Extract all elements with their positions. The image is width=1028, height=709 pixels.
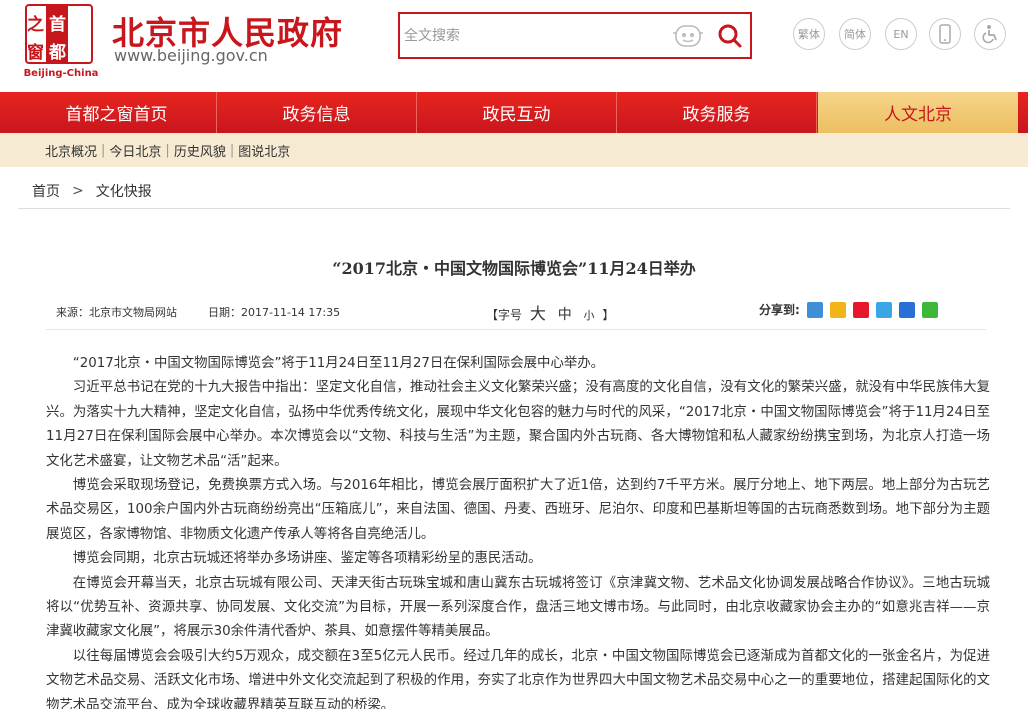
breadcrumb-separator: > (72, 182, 84, 199)
article-title: “2017北京・中国文物国际博览会”11月24日举办 (332, 259, 696, 278)
search-button[interactable] (712, 18, 748, 54)
share-tencent-weibo-icon[interactable] (875, 301, 892, 318)
article-paragraph: “2017北京・中国文物国际博览会”将于11月24日至11月27日在保利国际会展… (72, 356, 605, 371)
font-size-medium[interactable]: 中 (558, 307, 572, 323)
wheelchair-icon (982, 25, 997, 44)
nav-item-culture[interactable]: 人文北京 (818, 92, 1018, 133)
voice-search-icon[interactable] (672, 24, 704, 48)
font-size-small[interactable]: 小 (584, 309, 595, 322)
search-box (398, 12, 752, 59)
subnav-divider: | (101, 142, 106, 158)
logo-english: Beijing-China (23, 68, 99, 79)
nav-item-interaction[interactable]: 政民互动 (417, 92, 617, 133)
mobile-icon (939, 24, 951, 44)
share-qzone-icon[interactable] (829, 301, 846, 318)
article-meta: 来源：北京市文物局网站 日期：2017-11-14 17:35 【字号 大 中 … (46, 294, 986, 330)
mobile-button[interactable] (929, 18, 961, 50)
subnav-item-overview[interactable]: 北京概况 (45, 141, 97, 160)
accessibility-button[interactable] (974, 18, 1006, 50)
site-logo[interactable]: 之 首 窗 都 Beijing-China (20, 4, 100, 80)
main-nav: 首都之窗首页 政务信息 政民互动 政务服务 人文北京 (0, 92, 1028, 133)
font-size-control: 【字号 大 中 小 】 (486, 300, 614, 324)
site-header: 之 首 窗 都 Beijing-China 北京市人民政府 www.beijin… (0, 0, 1028, 92)
article-body: “2017北京・中国文物国际博览会”将于11月24日至11月27日在保利国际会展… (46, 352, 990, 709)
article-paragraph: 习近平总书记在党的十九大报告中指出：坚定文化自信，推动社会主义文化繁荣兴盛；没有… (46, 380, 990, 469)
search-input[interactable] (404, 20, 664, 51)
nav-item-services[interactable]: 政务服务 (617, 92, 817, 133)
article-paragraph: 博览会同期，北京古玩城还将举办多场讲座、鉴定等各项精彩纷呈的惠民活动。 (72, 551, 542, 567)
font-size-large[interactable]: 大 (530, 304, 546, 323)
share-more-icon[interactable] (806, 301, 823, 318)
article-source: 来源：北京市文物局网站 (56, 306, 177, 319)
nav-item-home[interactable]: 首都之窗首页 (17, 92, 217, 133)
subnav-item-pictures[interactable]: 图说北京 (238, 141, 290, 160)
nav-item-government-info[interactable]: 政务信息 (217, 92, 417, 133)
breadcrumb: 首页 > 文化快报 (18, 173, 1010, 209)
share-label: 分享到: (759, 303, 800, 317)
share-weibo-icon[interactable] (852, 301, 869, 318)
english-button[interactable]: EN (885, 18, 917, 50)
share-bar: 分享到: (759, 301, 938, 318)
article-paragraph: 博览会采取现场登记，免费换票方式入场。与2016年相比，博览会展厅面积扩大了近1… (46, 478, 990, 542)
logo-char-chuang: 窗 (27, 43, 44, 63)
subnav-item-today[interactable]: 今日北京 (109, 141, 161, 160)
share-wechat-icon[interactable] (921, 301, 938, 318)
logo-char-du: 都 (49, 43, 66, 63)
traditional-chinese-button[interactable]: 繁体 (793, 18, 825, 50)
font-size-label: 【字号 (486, 308, 523, 322)
subnav-divider: | (165, 142, 170, 158)
font-size-close: 】 (602, 308, 615, 322)
site-url: www.beijing.gov.cn (114, 46, 268, 65)
breadcrumb-home[interactable]: 首页 (32, 181, 60, 201)
search-icon (718, 24, 742, 48)
logo-char-zhi: 之 (27, 15, 44, 35)
article-date: 日期：2017-11-14 17:35 (208, 306, 341, 319)
subnav-item-history[interactable]: 历史风貌 (174, 141, 226, 160)
article-paragraph: 以往每届博览会会吸引大约5万观众，成交额在3至5亿元人民币。经过几年的成长，北京… (46, 648, 990, 709)
logo-char-shou: 首 (49, 15, 66, 35)
sub-nav: 北京概况 | 今日北京 | 历史风貌 | 图说北京 (0, 133, 1028, 167)
share-renren-icon[interactable] (898, 301, 915, 318)
breadcrumb-current[interactable]: 文化快报 (96, 181, 152, 201)
subnav-divider: | (229, 142, 235, 158)
simplified-chinese-button[interactable]: 简体 (839, 18, 871, 50)
article-paragraph: 在博览会开幕当天，北京古玩城有限公司、天津天街古玩珠宝城和唐山冀东古玩城将签订《… (46, 575, 990, 640)
